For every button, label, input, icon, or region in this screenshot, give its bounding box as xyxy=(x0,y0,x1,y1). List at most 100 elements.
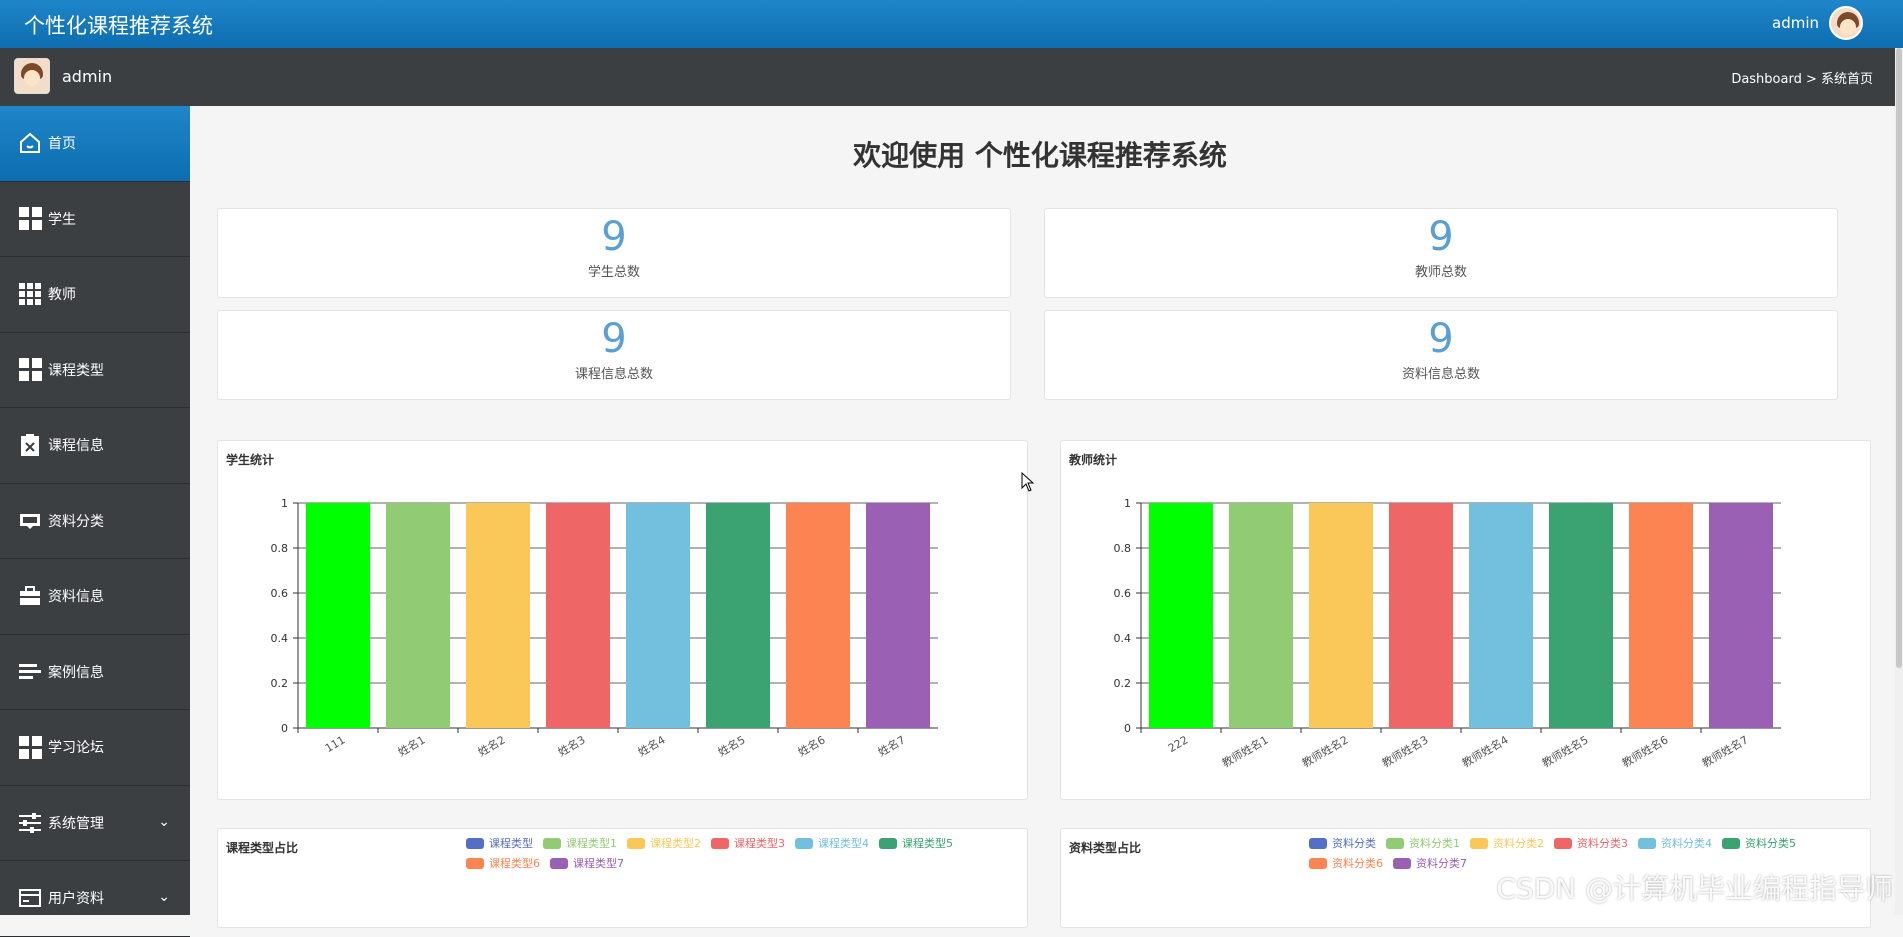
briefcase-icon xyxy=(18,584,42,608)
sidebar-item-course-types[interactable]: 课程类型 xyxy=(0,333,190,409)
legend-swatch xyxy=(1393,858,1411,869)
legend-item[interactable]: 课程类型4 xyxy=(795,835,869,851)
chevron-down-icon: ⌄ xyxy=(158,814,170,830)
x-tick-label: 教师姓名7 xyxy=(1699,732,1750,770)
sidebar-item-material-category[interactable]: 资料分类 xyxy=(0,484,190,560)
legend-item[interactable]: 资料分类2 xyxy=(1470,835,1544,851)
legend-label: 课程类型6 xyxy=(489,855,540,871)
sidebar-item-material-info[interactable]: 资料信息 xyxy=(0,559,190,635)
x-tick-label: 姓名4 xyxy=(635,732,667,759)
legend-swatch xyxy=(795,838,813,849)
app-title: 个性化课程推荐系统 xyxy=(24,10,213,40)
bar xyxy=(1229,503,1293,728)
y-tick-label: 0.6 xyxy=(271,587,289,600)
bar xyxy=(786,503,850,728)
y-tick-label: 0.4 xyxy=(1114,632,1132,645)
user-menu[interactable]: admin xyxy=(1772,6,1863,40)
legend-item[interactable]: 课程类型3 xyxy=(711,835,785,851)
y-tick-label: 0.2 xyxy=(271,677,289,690)
student-bar-chart: 00.20.40.60.81111姓名1姓名2姓名3姓名4姓名5姓名6姓名7 xyxy=(218,441,1029,801)
chevron-down-icon: ⌄ xyxy=(158,889,170,905)
sidebar-avatar xyxy=(14,58,50,94)
header-username: admin xyxy=(1772,14,1819,32)
top-header: 个性化课程推荐系统 admin xyxy=(0,0,1903,48)
sidebar-item-forum[interactable]: 学习论坛 xyxy=(0,710,190,786)
legend-item[interactable]: 资料分类 xyxy=(1309,835,1376,851)
stat-card-materials: 9 资料信息总数 xyxy=(1044,310,1838,400)
stat-value: 9 xyxy=(1045,217,1837,257)
chart-legend: 资料分类资料分类1 资料分类2 资料分类3 资料分类4 资料分类5 资料分类6 资料分类7 xyxy=(1309,835,1869,871)
scrollbar-thumb[interactable] xyxy=(1896,48,1902,668)
page-scrollbar[interactable] xyxy=(1895,48,1903,915)
sidebar-item-label: 系统管理 xyxy=(48,813,104,833)
legend-item[interactable]: 课程类型2 xyxy=(627,835,701,851)
sidebar-item-label: 课程类型 xyxy=(48,360,104,380)
sidebar-item-label: 教师 xyxy=(48,284,76,304)
legend-item[interactable]: 课程类型1 xyxy=(543,835,617,851)
sidebar-item-home[interactable]: 首页 xyxy=(0,106,190,182)
legend-item[interactable]: 课程类型5 xyxy=(879,835,953,851)
y-tick-label: 0.8 xyxy=(271,542,289,555)
bar xyxy=(1389,503,1453,728)
legend-item[interactable]: 课程类型 xyxy=(466,835,533,851)
x-tick-label: 教师姓名2 xyxy=(1299,732,1350,770)
x-tick-label: 教师姓名5 xyxy=(1539,732,1590,770)
legend-item[interactable]: 资料分类3 xyxy=(1554,835,1628,851)
legend-swatch xyxy=(466,838,484,849)
legend-label: 资料分类2 xyxy=(1493,835,1544,851)
legend-label: 资料分类5 xyxy=(1745,835,1796,851)
legend-swatch xyxy=(1554,838,1572,849)
sidebar-item-course-info[interactable]: 课程信息 xyxy=(0,408,190,484)
x-tick-label: 教师姓名1 xyxy=(1219,732,1270,770)
legend-item[interactable]: 课程类型7 xyxy=(550,855,624,871)
sidebar-username: admin xyxy=(62,67,112,86)
stat-label: 资料信息总数 xyxy=(1045,363,1837,382)
legend-label: 资料分类4 xyxy=(1661,835,1712,851)
bar xyxy=(1709,503,1773,728)
sidebar-item-case-info[interactable]: 案例信息 xyxy=(0,635,190,711)
legend-swatch xyxy=(627,838,645,849)
grid-icon xyxy=(18,735,42,759)
y-tick-label: 0.4 xyxy=(271,632,289,645)
sidebar-item-label: 用户资料 xyxy=(48,888,104,908)
legend-label: 资料分类 xyxy=(1332,835,1376,851)
stat-value: 9 xyxy=(1045,319,1837,359)
legend-swatch xyxy=(879,838,897,849)
y-tick-label: 0.8 xyxy=(1114,542,1132,555)
x-tick-label: 姓名7 xyxy=(875,732,907,759)
bar xyxy=(466,503,530,728)
home-icon xyxy=(18,131,42,155)
bar xyxy=(386,503,450,728)
sidebar-item-students[interactable]: 学生 xyxy=(0,182,190,258)
stat-label: 课程信息总数 xyxy=(218,363,1010,382)
main-content: 欢迎使用 个性化课程推荐系统 9 学生总数 9 教师总数 9 课程信息总数 9 … xyxy=(190,106,1903,915)
student-stats-panel: 学生统计 00.20.40.60.81111姓名1姓名2姓名3姓名4姓名5姓名6… xyxy=(217,440,1028,800)
legend-swatch xyxy=(1386,838,1404,849)
legend-swatch xyxy=(1309,838,1327,849)
legend-item[interactable]: 课程类型6 xyxy=(466,855,540,871)
course-type-pie-panel: 课程类型占比 课程类型课程类型1 课程类型2 课程类型3 课程类型4 课程类型5 课程类型… xyxy=(217,828,1028,928)
x-tick-label: 222 xyxy=(1166,733,1191,755)
apps-icon xyxy=(18,282,42,306)
clipboard-icon xyxy=(18,433,42,457)
sidebar-item-label: 学习论坛 xyxy=(48,737,104,757)
card-icon xyxy=(18,886,42,910)
sidebar-item-system[interactable]: 系统管理 ⌄ xyxy=(0,786,190,862)
sidebar-item-profile[interactable]: 用户资料 ⌄ xyxy=(0,861,190,937)
legend-item[interactable]: 资料分类7 xyxy=(1393,855,1467,871)
x-tick-label: 姓名6 xyxy=(795,732,827,759)
legend-label: 课程类型 xyxy=(489,835,533,851)
legend-label: 课程类型7 xyxy=(573,855,624,871)
sidebar-item-teachers[interactable]: 教师 xyxy=(0,257,190,333)
y-tick-label: 1 xyxy=(281,497,288,510)
breadcrumb: Dashboard > 系统首页 xyxy=(1731,68,1873,87)
legend-item[interactable]: 资料分类6 xyxy=(1309,855,1383,871)
legend-item[interactable]: 资料分类5 xyxy=(1722,835,1796,851)
chart-title: 课程类型占比 xyxy=(226,839,298,856)
grid-icon xyxy=(18,207,42,231)
grid-icon xyxy=(18,358,42,382)
legend-item[interactable]: 资料分类4 xyxy=(1638,835,1712,851)
legend-item[interactable]: 资料分类1 xyxy=(1386,835,1460,851)
legend-label: 资料分类6 xyxy=(1332,855,1383,871)
avatar[interactable] xyxy=(1829,6,1863,40)
